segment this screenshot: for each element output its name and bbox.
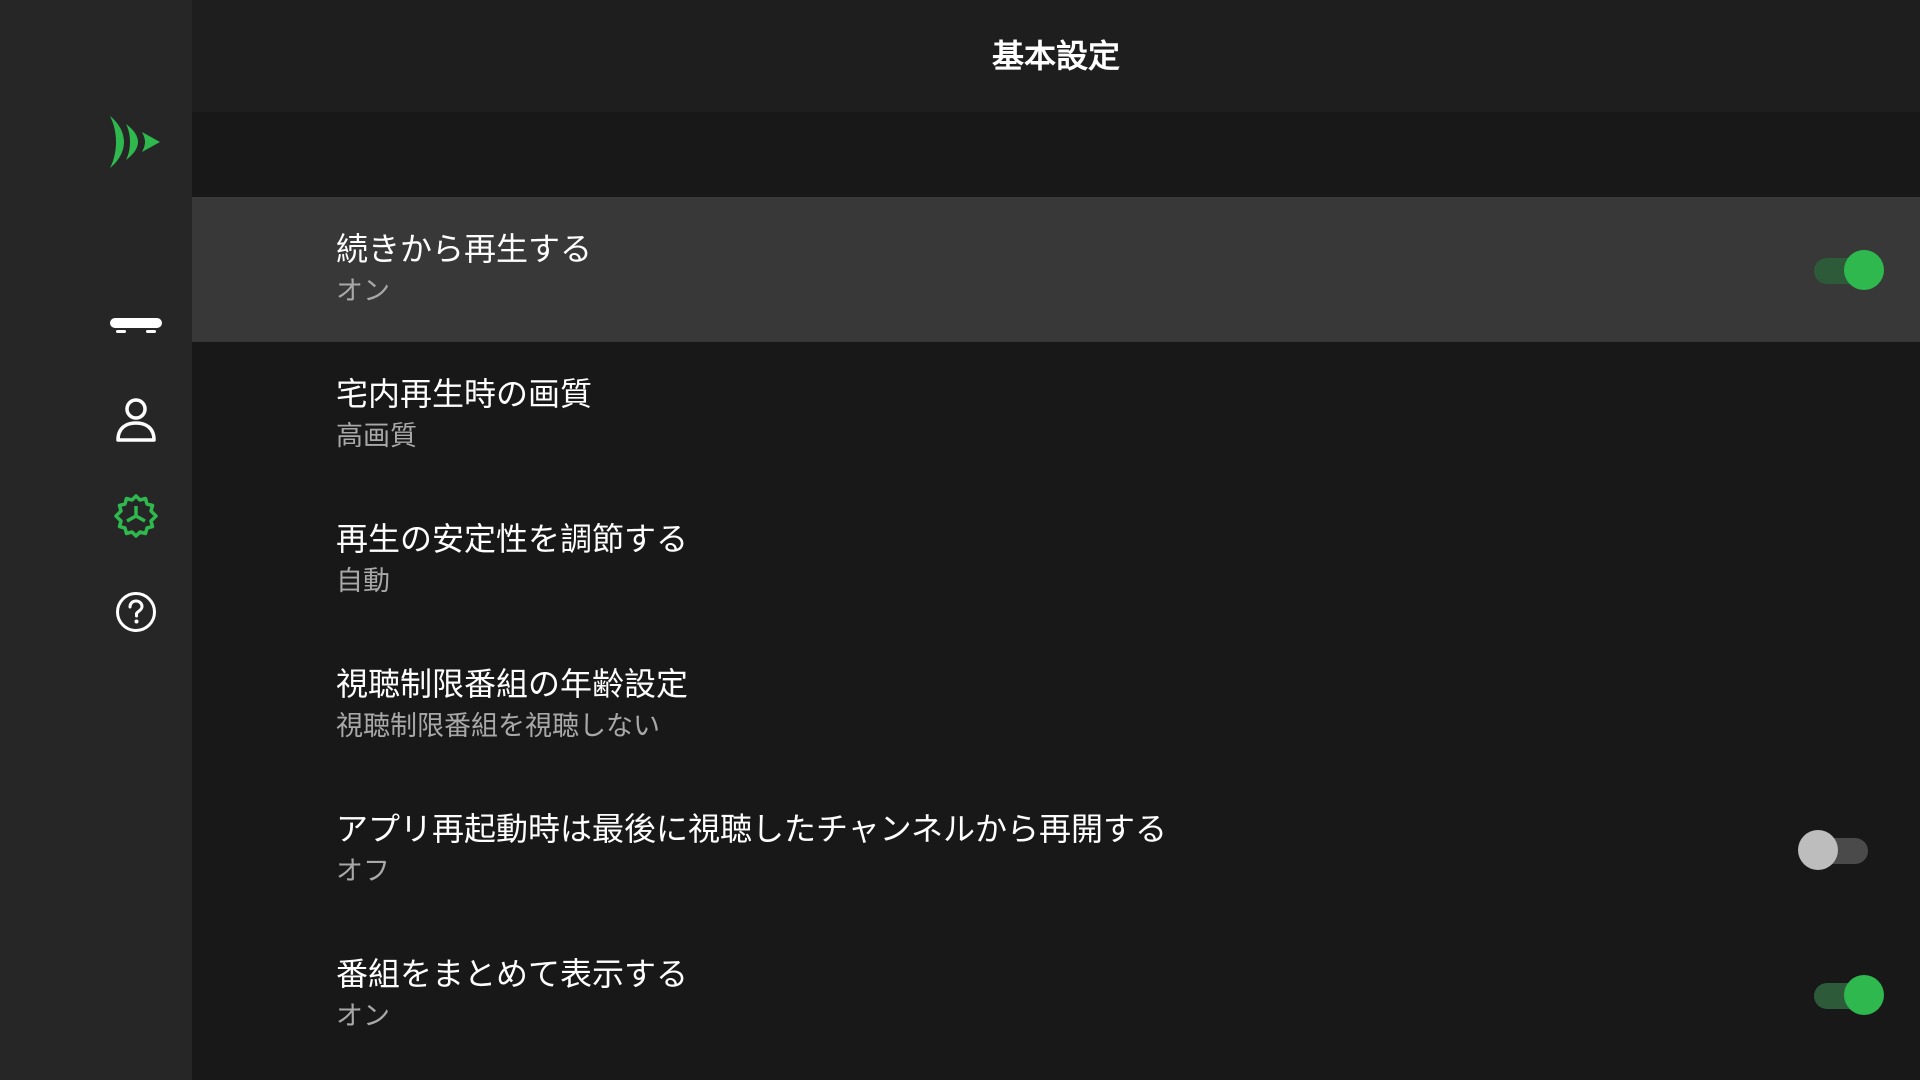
group-programs-toggle[interactable] [1814,973,1884,1017]
gear-icon [112,492,160,540]
toggle-knob [1844,975,1884,1015]
resume-playback-toggle[interactable] [1814,248,1884,292]
setting-value: 視聴制限番組を視聴しない [336,711,660,742]
page-title: 基本設定 [991,37,1120,75]
setting-title: アプリ再起動時は最後に視聴したチャンネルから再開する [336,810,1168,848]
setting-title: 再生の安定性を調節する [336,520,689,558]
setting-value: オン [336,276,390,307]
setting-value: 高画質 [336,421,417,452]
header: 基本設定 [192,0,1920,112]
person-icon [114,396,158,444]
setting-value: 自動 [336,566,390,597]
setting-group-programs[interactable]: 番組をまとめて表示する オン [192,922,1920,1067]
sidebar-item-help[interactable] [106,582,166,642]
setting-parental-age[interactable]: 視聴制限番組の年齢設定 視聴制限番組を視聴しない [192,632,1920,777]
sidebar [0,0,192,1080]
setting-title: 番組をまとめて表示する [336,955,689,993]
main-content: 基本設定 続きから再生する オン 宅内再生時の画質 高画質 再生の安定性を調節す… [192,0,1920,1080]
setting-playback-stability[interactable]: 再生の安定性を調節する 自動 [192,487,1920,632]
setting-title: 視聴制限番組の年齢設定 [336,665,689,703]
setting-value: オン [336,1001,390,1032]
toggle-knob [1844,250,1884,290]
setting-title: 宅内再生時の画質 [336,375,593,413]
toggle-knob [1798,830,1838,870]
resume-last-channel-toggle[interactable] [1798,828,1868,872]
setting-resume-playback[interactable]: 続きから再生する オン [192,197,1920,342]
setting-resume-last-channel[interactable]: アプリ再起動時は最後に視聴したチャンネルから再開する オフ [192,777,1920,922]
tv-icon [108,312,164,336]
setting-home-quality[interactable]: 宅内再生時の画質 高画質 [192,342,1920,487]
settings-list: 続きから再生する オン 宅内再生時の画質 高画質 再生の安定性を調節する 自動 … [192,197,1920,1067]
sidebar-item-tv[interactable] [106,294,166,354]
setting-value: オフ [336,856,390,887]
sidebar-item-account[interactable] [106,390,166,450]
app-window: 基本設定 続きから再生する オン 宅内再生時の画質 高画質 再生の安定性を調節す… [0,0,1920,1080]
brand-logo [108,114,164,170]
sidebar-item-settings[interactable] [106,486,166,546]
help-icon [114,590,158,634]
setting-title: 続きから再生する [336,230,593,268]
